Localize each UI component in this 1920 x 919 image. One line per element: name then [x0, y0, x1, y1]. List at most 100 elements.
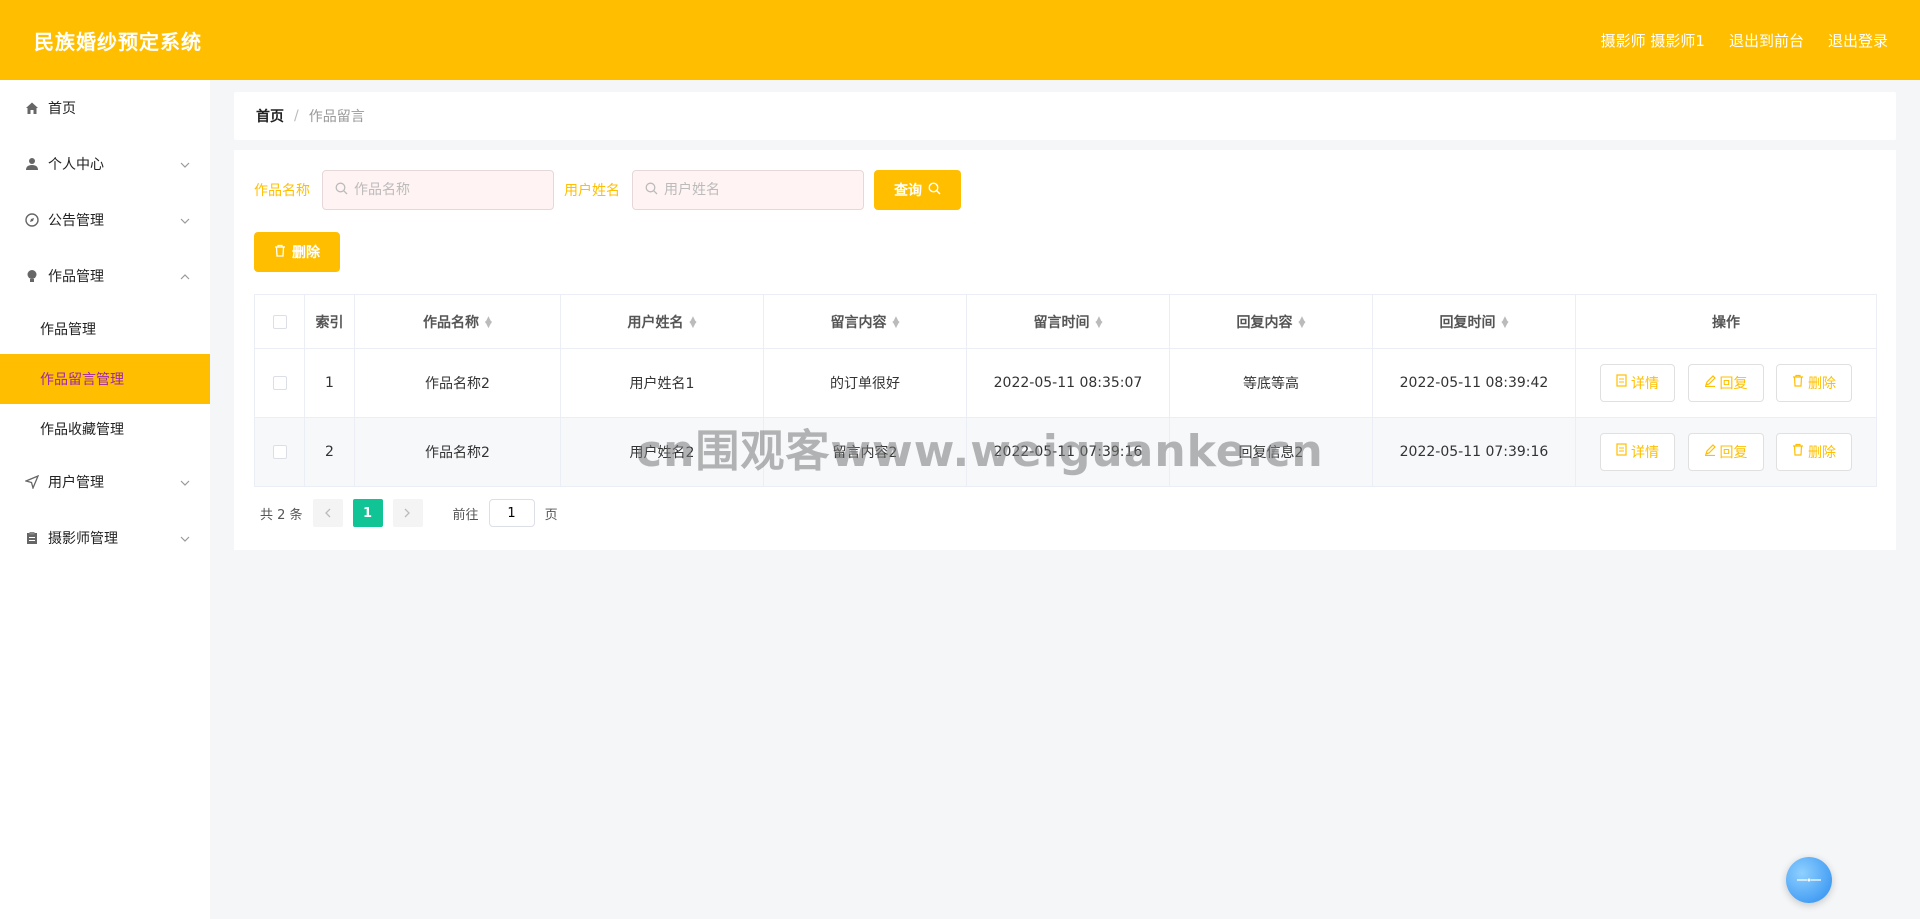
edit-icon — [1704, 375, 1716, 391]
header-reply[interactable]: 回复内容 ▲ ▼ — [1169, 294, 1373, 349]
home-icon — [24, 100, 40, 116]
sort-icon[interactable]: ▲ ▼ — [485, 315, 492, 329]
cell-index: 1 — [304, 348, 355, 418]
content-panel: 作品名称 用户姓名 查询 删除 — [234, 150, 1896, 550]
search-icon — [928, 181, 941, 199]
reply-button[interactable]: 回复 — [1687, 433, 1764, 472]
chevron-down-icon — [180, 474, 190, 490]
sort-icon[interactable]: ▲ ▼ — [1299, 315, 1306, 329]
header-index: 索引 — [304, 294, 355, 349]
cell-content: 的订单很好 — [763, 348, 967, 418]
sidebar-item-works[interactable]: 作品管理 — [0, 248, 210, 304]
goto-page-input[interactable] — [488, 499, 535, 527]
total-count: 共 2 条 — [260, 507, 303, 523]
sidebar-item-photographers[interactable]: 摄影师管理 — [0, 510, 210, 566]
row-checkbox[interactable] — [272, 445, 287, 459]
query-button-label: 查询 — [894, 183, 922, 199]
batch-delete-button[interactable]: 删除 — [254, 232, 340, 272]
header-user-name[interactable]: 用户姓名 ▲ ▼ — [560, 294, 764, 349]
sidebar-subitem-works[interactable]: 作品管理 — [0, 304, 210, 354]
row-select[interactable] — [254, 417, 305, 487]
breadcrumb-separator: / — [294, 108, 299, 124]
header-select-all[interactable] — [254, 294, 305, 349]
app-title: 民族婚纱预定系统 — [34, 29, 202, 54]
row-select[interactable] — [254, 348, 305, 418]
sort-icon[interactable]: ▲ ▼ — [1502, 315, 1509, 329]
sidebar: 首页 个人中心 公告管理 作品管理 作品管理 作品留言管理 作品收藏管理 用户管… — [0, 80, 210, 919]
sidebar-item-label: 作品管理 — [48, 269, 104, 285]
user-name-input[interactable] — [664, 182, 854, 198]
edit-icon — [1704, 444, 1716, 460]
breadcrumb: 首页 / 作品留言 — [234, 92, 1896, 140]
cell-user-name: 用户姓名1 — [560, 348, 764, 418]
sidebar-subitem-work-favorites[interactable]: 作品收藏管理 — [0, 404, 210, 454]
breadcrumb-home[interactable]: 首页 — [256, 106, 284, 126]
cell-work-name: 作品名称2 — [354, 417, 561, 487]
next-page-button[interactable] — [392, 499, 423, 527]
search-icon — [645, 182, 658, 199]
header-work-name[interactable]: 作品名称 ▲ ▼ — [354, 294, 561, 349]
document-icon — [1616, 374, 1627, 391]
header-time[interactable]: 留言时间 ▲ ▼ — [966, 294, 1170, 349]
batch-delete-label: 删除 — [292, 245, 320, 261]
sidebar-item-label: 用户管理 — [48, 475, 104, 491]
query-button[interactable]: 查询 — [874, 170, 961, 210]
sort-icon[interactable]: ▲ ▼ — [1096, 315, 1103, 329]
pagination: 共 2 条 1 前往 页 — [254, 499, 1876, 527]
page-number[interactable]: 1 — [352, 499, 383, 527]
header-actions: 摄影师 摄影师1 退出到前台 退出登录 — [1601, 30, 1888, 51]
goto-label: 前往 — [452, 507, 479, 523]
table-row: 1 作品名称2 用户姓名1 的订单很好 2022-05-11 08:35:07 … — [254, 348, 1877, 418]
chevron-down-icon — [180, 530, 190, 546]
sidebar-item-label: 摄影师管理 — [48, 531, 118, 547]
cell-reply: 等底等高 — [1169, 348, 1373, 418]
header-content[interactable]: 留言内容 ▲ ▼ — [763, 294, 967, 349]
logout-link[interactable]: 退出登录 — [1828, 30, 1888, 51]
exit-to-front-link[interactable]: 退出到前台 — [1729, 30, 1804, 51]
work-name-input[interactable] — [354, 182, 544, 198]
trash-icon — [1792, 443, 1804, 460]
cell-reply-time: 2022-05-11 08:39:42 — [1372, 348, 1576, 418]
detail-button[interactable]: 详情 — [1600, 432, 1676, 471]
sidebar-item-label: 公告管理 — [48, 213, 104, 229]
reply-button[interactable]: 回复 — [1687, 364, 1764, 403]
header-operations: 操作 — [1575, 294, 1877, 349]
page-unit-label: 页 — [544, 507, 558, 523]
delete-button[interactable]: 删除 — [1775, 432, 1852, 471]
top-header: 民族婚纱预定系统 摄影师 摄影师1 退出到前台 退出登录 — [0, 0, 1920, 80]
sidebar-item-notice[interactable]: 公告管理 — [0, 192, 210, 248]
work-name-label: 作品名称 — [254, 183, 310, 199]
sidebar-item-label: 首页 — [48, 101, 76, 117]
user-name-field[interactable] — [632, 170, 864, 210]
row-checkbox[interactable] — [272, 376, 287, 390]
floating-assistant-button[interactable] — [1786, 857, 1832, 903]
sidebar-item-profile[interactable]: 个人中心 — [0, 136, 210, 192]
search-icon — [335, 182, 348, 199]
cell-reply-time: 2022-05-11 07:39:16 — [1372, 417, 1576, 487]
detail-button[interactable]: 详情 — [1600, 363, 1676, 402]
prev-page-button[interactable] — [312, 499, 343, 527]
sidebar-item-home[interactable]: 首页 — [0, 80, 210, 136]
sort-icon[interactable]: ▲ ▼ — [893, 315, 900, 329]
sidebar-item-users[interactable]: 用户管理 — [0, 454, 210, 510]
bulb-icon — [24, 268, 40, 284]
select-all-checkbox[interactable] — [272, 314, 287, 329]
breadcrumb-current: 作品留言 — [308, 109, 365, 125]
assistant-icon — [1797, 878, 1821, 882]
cell-operations: 详情 回复 删除 — [1575, 417, 1877, 487]
trash-icon — [1792, 374, 1804, 391]
trash-icon — [274, 244, 286, 261]
header-reply-time[interactable]: 回复时间 ▲ ▼ — [1372, 294, 1576, 349]
document-icon — [1616, 443, 1627, 460]
delete-button[interactable]: 删除 — [1775, 363, 1852, 402]
cell-index: 2 — [304, 417, 355, 487]
user-name-label: 用户姓名 — [564, 183, 620, 199]
sort-icon[interactable]: ▲ ▼ — [690, 315, 697, 329]
cell-operations: 详情 回复 删除 — [1575, 348, 1877, 418]
work-name-field[interactable] — [322, 170, 554, 210]
compass-icon — [24, 212, 40, 228]
sidebar-subitem-work-comments[interactable]: 作品留言管理 — [0, 354, 210, 404]
table-header-row: 索引 作品名称 ▲ ▼ 用户姓名 ▲ ▼ 留言内容 ▲ ▼ 留言时间 ▲ ▼ 回复内容 ▲ ▼ 回复… — [254, 294, 1877, 349]
send-icon — [24, 474, 40, 490]
search-form: 作品名称 用户姓名 查询 — [254, 170, 1876, 210]
